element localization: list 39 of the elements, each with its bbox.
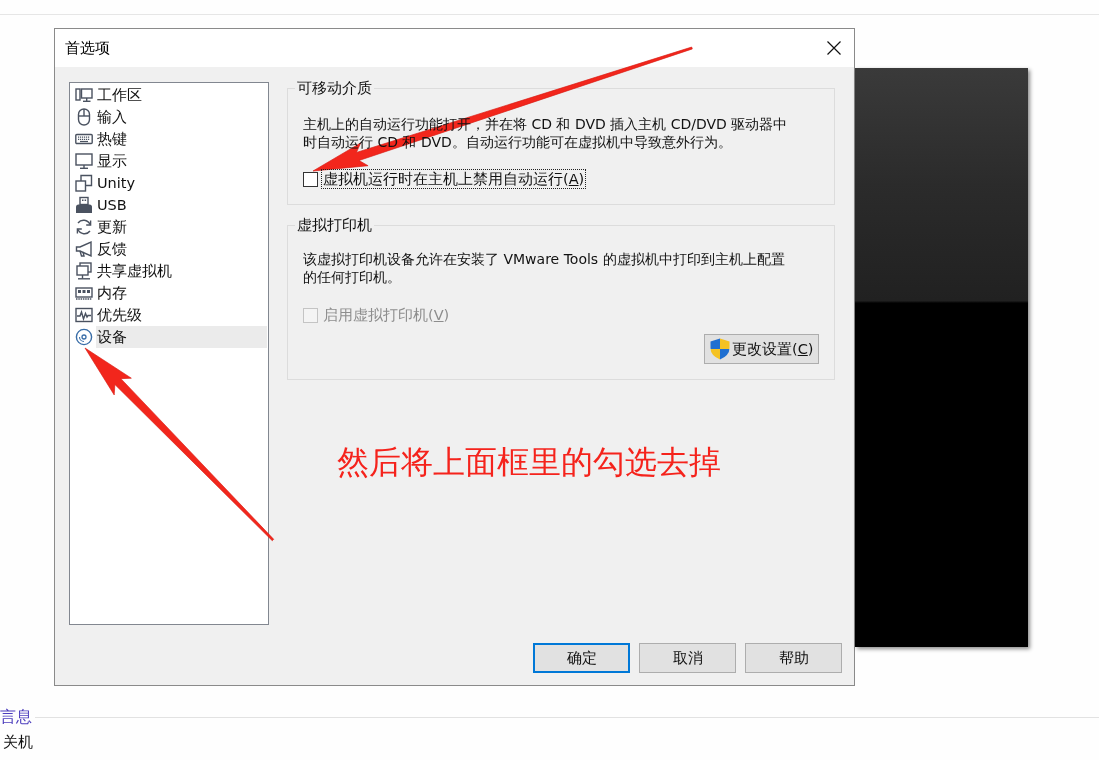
checkbox-label[interactable]: 虚拟机运行时在主机上禁用自动运行(A) [322, 170, 586, 188]
sidebar-item[interactable]: USB [96, 194, 267, 216]
mouse-icon [75, 108, 93, 126]
sidebar-item[interactable]: 内存 [96, 282, 267, 304]
sidebar-item[interactable]: 工作区 [96, 84, 267, 106]
dialog-button[interactable]: 取消 [639, 643, 736, 673]
panel-monitor-icon [75, 86, 93, 104]
monitor-icon [75, 152, 93, 170]
dialog-button[interactable]: 帮助 [745, 643, 842, 673]
usb-plug-icon [75, 196, 93, 214]
sidebar-item[interactable]: 反馈 [96, 238, 267, 260]
memory-module-icon [75, 284, 93, 302]
sidebar-item[interactable]: 共享虚拟机 [96, 260, 267, 282]
close-button[interactable] [826, 40, 842, 56]
sidebar-item[interactable]: 优先级 [96, 304, 267, 326]
dialog-button[interactable]: 确定 [533, 643, 630, 673]
overlapping-squares-icon [75, 174, 93, 192]
pulse-chart-icon [75, 306, 93, 324]
sidebar-item[interactable]: 更新 [96, 216, 267, 238]
sidebar-item[interactable]: 显示 [96, 150, 267, 172]
sidebar-item[interactable]: 输入 [96, 106, 267, 128]
change-settings-button[interactable]: 更改设置(C) [704, 334, 819, 364]
group-title: 虚拟打印机 [296, 216, 373, 235]
window-title: 首选项 [65, 38, 110, 58]
section-heading[interactable]: 言息 [0, 707, 32, 727]
megaphone-icon [75, 240, 93, 258]
checkbox[interactable] [303, 171, 318, 187]
annotation-text: 然后将上面框里的勾选去掉 [337, 442, 722, 482]
description-text: 该虚拟打印机设备允许在安装了 VMware Tools 的虚拟机中打印到主机上配置 的任何打印机。 [303, 251, 786, 286]
stacked-screens-icon [75, 262, 93, 280]
sidebar-item[interactable]: 设备 [96, 326, 267, 348]
sidebar-item[interactable]: 热键 [96, 128, 267, 150]
sidebar-item[interactable]: Unity [96, 172, 267, 194]
group-title: 可移动介质 [296, 79, 373, 98]
close-icon [827, 41, 841, 55]
shield-icon [710, 338, 730, 360]
disc-icon [75, 328, 93, 346]
body-text: 关机 [2, 733, 34, 751]
refresh-icon [75, 218, 93, 236]
